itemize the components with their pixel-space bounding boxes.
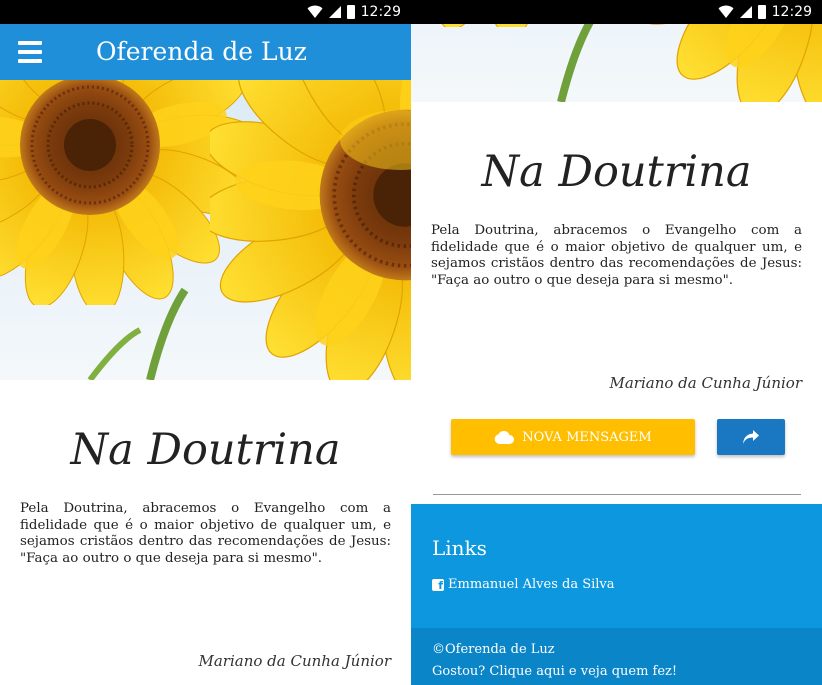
screen-left: 12:29 Oferenda de Luz Na Doutrina Pela D… xyxy=(0,0,411,685)
links-section: Links f Emmanuel Alves da Silva xyxy=(411,504,822,628)
article-body: Pela Doutrina, abracemos o Evangelho com… xyxy=(20,501,391,566)
article-title: Na Doutrina xyxy=(481,147,752,197)
app-bar: Oferenda de Luz xyxy=(0,24,411,80)
status-time: 12:29 xyxy=(771,4,812,20)
menu-icon[interactable] xyxy=(18,41,42,63)
sunflower-image xyxy=(411,24,822,102)
battery-icon xyxy=(346,5,355,19)
wifi-icon xyxy=(718,5,734,18)
signal-icon xyxy=(739,6,752,18)
app-title: Oferenda de Luz xyxy=(96,37,307,66)
hero-image xyxy=(411,24,822,102)
battery-icon xyxy=(757,5,766,19)
sunflower-image xyxy=(0,80,411,380)
credits-link[interactable]: Gostou? Clique aqui e veja quem fez! xyxy=(432,664,677,679)
article-body: Pela Doutrina, abracemos o Evangelho com… xyxy=(431,223,802,288)
facebook-link[interactable]: f Emmanuel Alves da Silva xyxy=(432,577,615,592)
status-bar: 12:29 xyxy=(0,0,411,24)
status-icons: 12:29 xyxy=(718,3,812,21)
status-time: 12:29 xyxy=(360,4,401,20)
article-author: Mariano da Cunha Júnior xyxy=(198,652,392,670)
share-icon xyxy=(743,430,759,444)
links-title: Links xyxy=(432,536,487,560)
article-title: Na Doutrina xyxy=(70,425,341,475)
divider xyxy=(433,494,801,495)
new-message-button[interactable]: NOVA MENSAGEM xyxy=(451,419,695,455)
facebook-link-label: Emmanuel Alves da Silva xyxy=(448,577,615,592)
status-bar: 12:29 xyxy=(411,0,822,24)
new-message-label: NOVA MENSAGEM xyxy=(522,429,652,445)
cloud-icon xyxy=(494,430,515,444)
copyright: ©Oferenda de Luz xyxy=(432,642,555,657)
footer: ©Oferenda de Luz Gostou? Clique aqui e v… xyxy=(411,628,822,685)
signal-icon xyxy=(328,6,341,18)
article-author: Mariano da Cunha Júnior xyxy=(609,374,803,392)
facebook-icon: f xyxy=(432,578,444,592)
screen-right: 12:29 Na Doutrina Pela Doutrina, abracem… xyxy=(411,0,822,685)
wifi-icon xyxy=(307,5,323,18)
share-button[interactable] xyxy=(717,419,785,455)
status-icons: 12:29 xyxy=(307,3,401,21)
hero-image xyxy=(0,80,411,380)
